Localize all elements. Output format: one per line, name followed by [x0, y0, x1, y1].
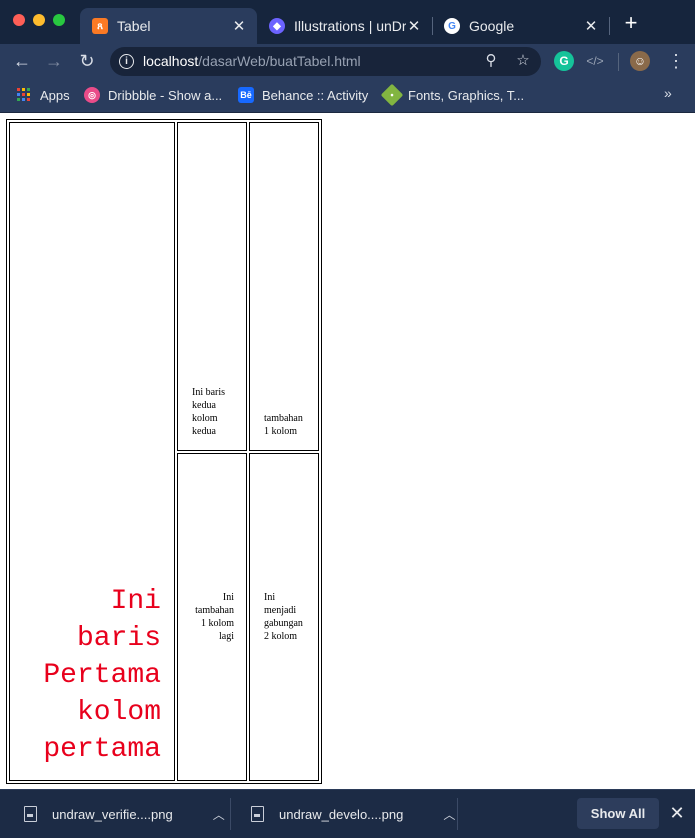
bookmark-label: Dribbble - Show a...: [108, 87, 223, 103]
download-divider: [457, 798, 458, 830]
table-cell-big: Ini baris Pertama kolom pertama: [9, 122, 175, 781]
google-icon: G: [444, 18, 460, 34]
xampp-icon: ጸ: [92, 18, 108, 34]
close-shelf-icon[interactable]: ✕: [668, 802, 686, 824]
new-tab-button[interactable]: +: [620, 12, 642, 34]
more-menu-icon[interactable]: ⋮: [665, 50, 687, 72]
tab-title: Google: [469, 18, 515, 34]
page-content: Ini baris Pertama kolom pertama Ini bari…: [0, 113, 695, 789]
download-item[interactable]: undraw_develo....png ︿: [251, 790, 455, 838]
tab-title: Illustrations | unDraw: [294, 18, 406, 34]
bookmark-apps[interactable]: Apps: [16, 86, 70, 104]
reload-icon[interactable]: ↻: [76, 50, 98, 72]
bookmark-label: Fonts, Graphics, T...: [408, 87, 525, 103]
bookmark-star-icon[interactable]: ☆: [514, 52, 532, 70]
cell-text: Ini tambahan 1 kolom lagi: [195, 591, 234, 642]
forward-arrow-icon[interactable]: →: [43, 50, 65, 72]
bookmark-label: Behance :: Activity: [262, 87, 369, 103]
window-close-button[interactable]: [13, 14, 25, 26]
window-maximize-button[interactable]: [53, 14, 65, 26]
close-tab-icon[interactable]: ✕: [583, 17, 599, 35]
url-text[interactable]: localhost/dasarWeb/buatTabel.html: [143, 53, 361, 69]
chevron-up-icon[interactable]: ︿: [443, 806, 455, 823]
cell-text: tambahan 1 kolom: [264, 412, 303, 437]
download-item[interactable]: undraw_verifie....png ︿: [24, 790, 225, 838]
tab-strip: ጸ Tabel ✕ ◆ Illustrations | unDraw ✕ G G…: [0, 0, 695, 44]
zoom-icon[interactable]: ⚲: [482, 52, 500, 70]
bookmark-label: Apps: [40, 87, 70, 103]
cell-text: Ini baris kedua kolom kedua: [192, 386, 226, 437]
download-filename: undraw_verifie....png: [52, 806, 173, 822]
cell-text: Ini menjadi gabungan 2 kolom: [264, 591, 303, 642]
tag-icon: •: [380, 83, 404, 107]
close-tab-icon[interactable]: ✕: [406, 17, 422, 35]
dribbble-icon: ◎: [84, 87, 100, 103]
table-cell-r2c3: Ini menjadi gabungan 2 kolom: [249, 452, 319, 781]
show-all-button[interactable]: Show All: [577, 798, 659, 829]
tab-google[interactable]: G Google ✕: [432, 8, 609, 44]
demo-table: Ini baris Pertama kolom pertama Ini bari…: [6, 119, 322, 784]
bookmark-dribbble[interactable]: ◎ Dribbble - Show a...: [84, 86, 222, 104]
site-info-icon[interactable]: i: [119, 54, 134, 69]
download-divider: [230, 798, 231, 830]
bookmark-behance[interactable]: Bē Behance :: Activity: [238, 86, 368, 104]
avatar[interactable]: ☺: [630, 51, 650, 71]
tab-title: Tabel: [117, 18, 151, 34]
toolbar-divider: [618, 53, 619, 71]
undraw-icon: ◆: [269, 18, 285, 34]
grammarly-icon[interactable]: G: [554, 51, 574, 71]
back-arrow-icon[interactable]: ←: [11, 50, 33, 72]
url-path: /dasarWeb/buatTabel.html: [198, 53, 361, 69]
url-host: localhost: [143, 53, 199, 69]
close-tab-icon[interactable]: ✕: [231, 17, 247, 35]
code-extension-icon[interactable]: </>: [585, 51, 605, 71]
tab-undraw[interactable]: ◆ Illustrations | unDraw ✕: [257, 8, 432, 44]
bookmark-fonts[interactable]: • Fonts, Graphics, T...: [380, 83, 525, 107]
window-minimize-button[interactable]: [33, 14, 45, 26]
table-cell-r2c2: Ini tambahan 1 kolom lagi: [177, 452, 247, 781]
bookmarks-bar: Apps ◎ Dribbble - Show a... Bē Behance :…: [0, 78, 695, 113]
table-cell-r1c2: Ini baris kedua kolom kedua: [177, 122, 247, 451]
tab-divider: [609, 17, 610, 35]
chevron-up-icon[interactable]: ︿: [213, 806, 225, 823]
address-bar[interactable]: i localhost/dasarWeb/buatTabel.html ⚲ ☆: [110, 47, 541, 76]
tab-tabel[interactable]: ጸ Tabel ✕: [80, 8, 257, 44]
big-cell-text: Ini baris Pertama kolom pertama: [43, 586, 161, 765]
apps-grid-icon: [16, 87, 32, 103]
bookmarks-overflow-icon[interactable]: »: [664, 85, 672, 101]
file-icon: [24, 806, 37, 822]
table-cell-r1c3: tambahan 1 kolom: [249, 122, 319, 451]
download-shelf: undraw_verifie....png ︿ undraw_develo...…: [0, 789, 695, 838]
download-filename: undraw_develo....png: [279, 806, 404, 822]
file-icon: [251, 806, 264, 822]
browser-toolbar: ← → ↻ i localhost/dasarWeb/buatTabel.htm…: [0, 44, 695, 78]
behance-icon: Bē: [238, 87, 254, 103]
